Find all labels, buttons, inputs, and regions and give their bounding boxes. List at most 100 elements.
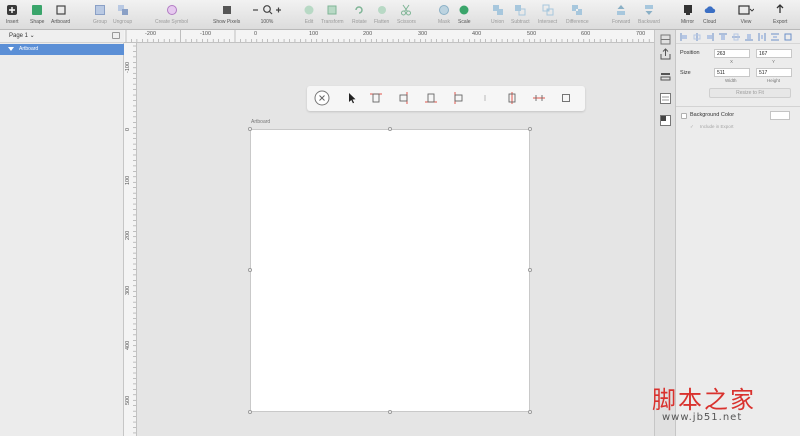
artboard-button[interactable]: Artboard xyxy=(51,4,70,25)
add-page-icon[interactable] xyxy=(112,32,120,39)
position-label: Position xyxy=(680,50,700,56)
difference-button[interactable]: Difference xyxy=(566,4,589,25)
mirror-button[interactable]: Mirror xyxy=(681,4,694,25)
backward-button[interactable]: Backward xyxy=(638,4,660,25)
forward-button[interactable]: Forward xyxy=(612,4,630,25)
ungroup-icon xyxy=(117,5,128,15)
ruler-label: 200 xyxy=(363,31,373,37)
align-bottom-icon[interactable] xyxy=(424,91,438,105)
intersect-icon xyxy=(542,4,554,16)
align-middle-vertical-icon[interactable] xyxy=(532,91,546,105)
union-button[interactable]: Union xyxy=(491,4,504,25)
inspector-divider xyxy=(676,106,800,107)
canvas[interactable]: Artboard xyxy=(137,43,654,436)
resize-handle[interactable] xyxy=(248,410,252,414)
ungroup-button[interactable]: Ungroup xyxy=(113,4,132,25)
scale-icon xyxy=(459,5,469,15)
resize-handle[interactable] xyxy=(528,127,532,131)
resize-handle[interactable] xyxy=(248,127,252,131)
create-symbol-button[interactable]: Create Symbol xyxy=(155,4,188,25)
align-top-icon[interactable] xyxy=(369,91,383,105)
transform-button[interactable]: Transform xyxy=(321,4,344,25)
group-button[interactable]: Group xyxy=(93,4,107,25)
resize-handle[interactable] xyxy=(528,410,532,414)
ruler-label: -100 xyxy=(125,61,131,73)
cloud-button[interactable]: Cloud xyxy=(703,4,716,25)
artboard[interactable] xyxy=(250,129,530,412)
ruler-label: 300 xyxy=(125,285,131,295)
resize-handle[interactable] xyxy=(248,268,252,272)
y-label: Y xyxy=(772,59,776,64)
resize-handle[interactable] xyxy=(388,410,392,414)
artboard-outline-icon[interactable] xyxy=(559,91,573,105)
align-more-icon[interactable] xyxy=(784,33,792,41)
align-right-edge-icon[interactable] xyxy=(706,33,714,41)
layer-item-artboard[interactable]: Artboard xyxy=(0,44,124,55)
distribute-icon[interactable] xyxy=(478,91,492,105)
transform-icon xyxy=(327,5,337,15)
artboard-title[interactable]: Artboard xyxy=(251,119,270,125)
scissors-icon xyxy=(401,4,412,16)
inspector-panel: Position 263 167 X Y Size 511 517 Width … xyxy=(676,30,800,436)
ruler-label: -100 xyxy=(200,31,212,37)
share-icon[interactable] xyxy=(659,48,672,61)
group-icon xyxy=(94,5,105,15)
align-right-icon[interactable] xyxy=(397,91,411,105)
ruler-label: 700 xyxy=(636,31,646,37)
align-left-edge-icon[interactable] xyxy=(680,33,688,41)
mirror-preview-icon[interactable] xyxy=(659,114,672,127)
shape-button[interactable]: Shape xyxy=(30,4,44,25)
backward-icon xyxy=(644,5,653,15)
intersect-button[interactable]: Intersect xyxy=(538,4,557,25)
distribute-horizontal-icon[interactable] xyxy=(758,33,766,41)
mask-icon xyxy=(439,5,449,15)
align-bottom-edge-icon[interactable] xyxy=(745,33,753,41)
watermark: 脚本之家 www.jb51.net xyxy=(652,380,792,423)
width-field[interactable]: 511 xyxy=(714,68,750,77)
align-center-icon[interactable] xyxy=(693,33,701,41)
artboard-presets-icon[interactable] xyxy=(659,33,672,46)
ruler-label: -200 xyxy=(145,31,157,37)
align-middle-icon[interactable] xyxy=(732,33,740,41)
background-color-swatch[interactable] xyxy=(770,111,790,120)
edit-button[interactable]: Edit xyxy=(303,4,315,25)
include-in-export-label[interactable]: Include in Export xyxy=(700,124,734,129)
zoom-control[interactable]: 100% xyxy=(252,4,282,25)
scale-button[interactable]: Scale xyxy=(458,4,471,25)
align-center-horizontal-icon[interactable] xyxy=(505,91,519,105)
ruler-label: 200 xyxy=(125,230,131,240)
scissors-button[interactable]: Scissors xyxy=(397,4,416,25)
flatten-icon xyxy=(377,6,386,14)
insert-button[interactable]: Insert xyxy=(6,4,19,25)
pixels-icon xyxy=(222,6,231,14)
union-icon xyxy=(492,5,503,15)
rotate-button[interactable]: Rotate xyxy=(352,4,367,25)
resize-handle[interactable] xyxy=(528,268,532,272)
grid-icon[interactable] xyxy=(659,92,672,105)
background-color-checkbox[interactable] xyxy=(681,113,687,119)
resize-to-fit-button[interactable]: Resize to Fit xyxy=(709,88,791,98)
layout-icon[interactable] xyxy=(659,70,672,83)
ruler-vertical[interactable]: -100 0 100 200 300 400 500 xyxy=(124,43,137,436)
export-button[interactable]: Export xyxy=(773,4,787,25)
ruler-label: 100 xyxy=(309,31,319,37)
ruler-label: 500 xyxy=(125,395,131,405)
cursor-icon xyxy=(349,93,356,104)
position-y-field[interactable]: 167 xyxy=(756,49,792,58)
distribute-vertical-icon[interactable] xyxy=(771,33,779,41)
align-top-edge-icon[interactable] xyxy=(719,33,727,41)
resize-handle[interactable] xyxy=(388,127,392,131)
flatten-button[interactable]: Flatten xyxy=(374,4,389,25)
disclosure-triangle-icon[interactable] xyxy=(8,47,14,51)
subtract-button[interactable]: Subtract xyxy=(511,4,530,25)
position-x-field[interactable]: 263 xyxy=(714,49,750,58)
height-field[interactable]: 517 xyxy=(756,68,792,77)
symbol-icon xyxy=(166,5,177,15)
view-button[interactable]: View xyxy=(738,4,754,25)
page-selector[interactable]: Page 1 ⌄ xyxy=(0,30,124,43)
close-circle-icon[interactable] xyxy=(314,90,330,106)
align-left-icon[interactable] xyxy=(451,91,465,105)
mask-button[interactable]: Mask xyxy=(438,4,450,25)
ruler-horizontal[interactable]: -200 -100 0 100 200 300 400 500 600 700 xyxy=(124,30,654,43)
show-pixels-button[interactable]: Show Pixels xyxy=(213,4,240,25)
